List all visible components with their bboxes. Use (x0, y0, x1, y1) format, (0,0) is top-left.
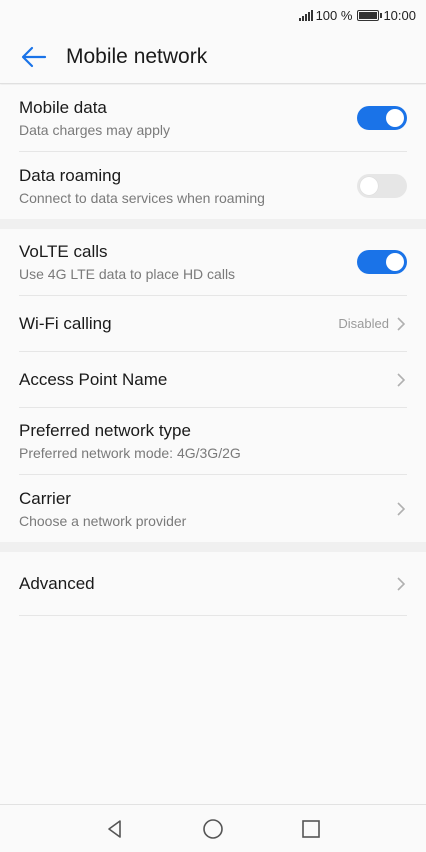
preferred-network-type-label: Preferred network type (19, 421, 191, 440)
settings-list: Mobile data Data charges may apply Data … (0, 85, 426, 616)
square-recent-icon (302, 819, 320, 838)
data-roaming-row[interactable]: Data roaming Connect to data services wh… (19, 152, 407, 219)
preferred-network-type-subtitle: Preferred network mode: 4G/3G/2G (19, 445, 241, 461)
back-button[interactable] (14, 37, 54, 77)
carrier-label: Carrier (19, 488, 71, 508)
navigation-bar (0, 804, 426, 852)
chevron-right-icon (397, 501, 406, 516)
nav-home-button[interactable] (199, 815, 227, 843)
volte-calls-label: VoLTE calls (19, 242, 108, 261)
group-data: Mobile data Data charges may apply Data … (0, 85, 426, 219)
page-title: Mobile network (66, 44, 208, 68)
group-divider (0, 542, 426, 552)
group-network: VoLTE calls Use 4G LTE data to place HD … (0, 229, 426, 542)
clock: 10:00 (383, 7, 416, 23)
nav-back-button[interactable] (101, 815, 129, 843)
triangle-back-icon (108, 819, 121, 838)
preferred-network-type-row[interactable]: Preferred network type Preferred network… (19, 408, 407, 475)
battery-fill (359, 11, 378, 19)
chevron-right-icon (397, 316, 406, 331)
toggle-knob (360, 176, 378, 195)
status-bar: 100 % 10:00 (0, 0, 426, 30)
data-roaming-label: Data roaming (19, 165, 122, 185)
volte-calls-toggle[interactable] (357, 250, 407, 274)
advanced-label: Advanced (19, 573, 95, 593)
group-advanced: Advanced (0, 552, 426, 616)
arrow-left-icon (21, 46, 47, 67)
data-roaming-subtitle: Connect to data services when roaming (19, 189, 265, 206)
title-bar: Mobile network (0, 30, 426, 84)
wifi-calling-label: Wi-Fi calling (19, 313, 112, 333)
mobile-data-toggle[interactable] (357, 106, 407, 130)
mobile-data-subtitle: Data charges may apply (19, 122, 170, 138)
access-point-name-label: Access Point Name (19, 369, 168, 389)
chevron-right-icon (397, 372, 406, 387)
battery-percent: 100 % (315, 7, 353, 23)
volte-calls-row[interactable]: VoLTE calls Use 4G LTE data to place HD … (19, 229, 407, 296)
chevron-right-icon (397, 576, 406, 591)
volte-calls-subtitle: Use 4G LTE data to place HD calls (19, 266, 236, 282)
toggle-knob (386, 253, 404, 271)
screen: 100 % 10:00 Mobile network Mobile data D… (0, 0, 426, 852)
access-point-name-row[interactable]: Access Point Name (19, 352, 407, 408)
data-roaming-toggle[interactable] (357, 173, 407, 198)
mobile-data-label: Mobile data (19, 98, 107, 117)
wifi-calling-value: Disabled (338, 316, 389, 331)
group-divider (0, 219, 426, 229)
nav-recent-button[interactable] (297, 815, 325, 843)
battery-icon (357, 9, 383, 21)
carrier-row[interactable]: Carrier Choose a network provider (19, 475, 407, 542)
carrier-subtitle: Choose a network provider (19, 512, 187, 529)
toggle-knob (386, 109, 404, 127)
wifi-calling-row[interactable]: Wi-Fi calling Disabled (19, 296, 407, 352)
signal-icon (298, 9, 313, 21)
mobile-data-row[interactable]: Mobile data Data charges may apply (19, 85, 407, 152)
circle-home-icon (203, 818, 223, 839)
advanced-row[interactable]: Advanced (19, 552, 407, 616)
